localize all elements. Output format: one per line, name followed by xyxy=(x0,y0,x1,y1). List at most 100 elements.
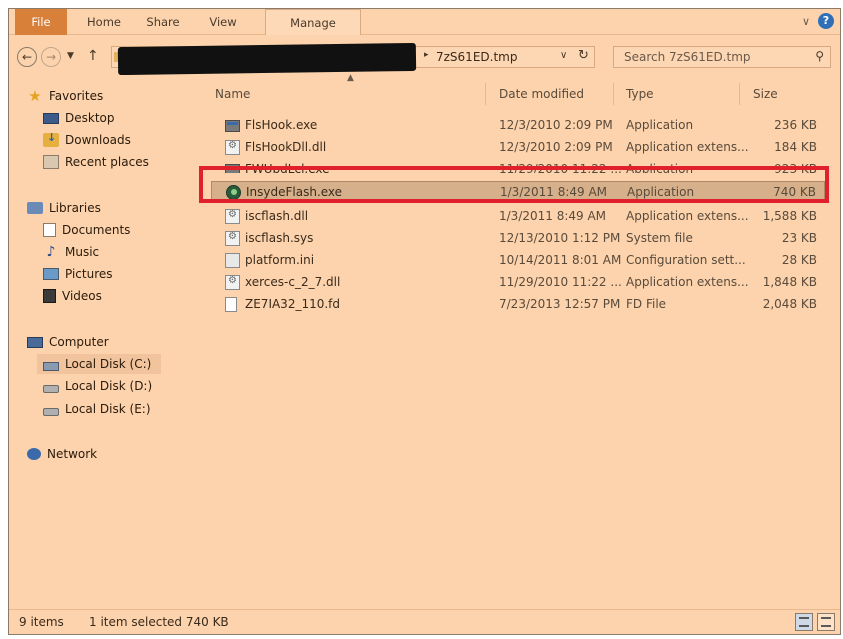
nav-item-local-disk-e[interactable]: Local Disk (E:) xyxy=(43,399,151,419)
file-size: 2,048 KB xyxy=(762,297,817,311)
column-header-type[interactable]: Type xyxy=(626,83,654,105)
nav-libraries[interactable]: Libraries xyxy=(27,198,101,218)
chevron-down-icon[interactable]: ∨ xyxy=(802,15,810,28)
desktop-icon xyxy=(43,112,59,124)
file-row[interactable]: FlsHookDll.dll 12/3/2010 2:09 PM Applica… xyxy=(211,137,825,159)
nav-item-local-disk-d[interactable]: Local Disk (D:) xyxy=(43,376,152,396)
nav-item-documents[interactable]: Documents xyxy=(43,220,130,240)
status-bar: 9 items 1 item selected 740 KB xyxy=(9,609,840,634)
tab-share[interactable]: Share xyxy=(135,9,191,35)
nav-item-label: Downloads xyxy=(65,133,131,147)
nav-favorites-label: Favorites xyxy=(49,89,104,103)
file-row[interactable]: FlsHook.exe 12/3/2010 2:09 PM Applicatio… xyxy=(211,115,825,137)
nav-favorites[interactable]: ★ Favorites xyxy=(27,86,103,106)
breadcrumb-current-folder[interactable]: 7zS61ED.tmp xyxy=(436,50,517,64)
file-row[interactable]: iscflash.sys 12/13/2010 1:12 PM System f… xyxy=(211,228,825,250)
column-divider[interactable] xyxy=(485,83,486,105)
nav-item-label: Videos xyxy=(62,289,102,303)
address-dropdown-icon[interactable]: ∨ xyxy=(560,50,567,61)
file-name: ZE7IA32_110.fd xyxy=(245,297,341,311)
item-count: 9 items xyxy=(19,615,64,629)
file-date: 12/3/2010 2:09 PM xyxy=(499,118,613,132)
highlight-box xyxy=(199,166,829,203)
file-name: xerces-c_2_7.dll xyxy=(245,275,341,289)
file-type: Configuration sett... xyxy=(626,253,746,267)
file-date: 12/3/2010 2:09 PM xyxy=(499,140,613,154)
column-header-name[interactable]: Name xyxy=(215,83,250,105)
nav-item-label: Local Disk (E:) xyxy=(65,402,151,416)
dll-icon xyxy=(225,209,240,224)
help-icon[interactable]: ? xyxy=(818,13,834,29)
file-type: FD File xyxy=(626,297,667,311)
nav-item-recent-places[interactable]: Recent places xyxy=(43,152,149,172)
tab-home[interactable]: Home xyxy=(77,9,131,35)
nav-item-label: Music xyxy=(65,245,100,259)
file-date: 1/3/2011 8:49 AM xyxy=(499,209,607,223)
file-size: 28 KB xyxy=(781,253,817,267)
tab-manage[interactable]: Manage xyxy=(265,9,361,35)
back-arrow-icon[interactable]: ← xyxy=(17,47,37,67)
star-icon: ★ xyxy=(28,87,42,105)
nav-item-desktop[interactable]: Desktop xyxy=(43,108,115,128)
column-divider[interactable] xyxy=(739,83,740,105)
file-list: ▲ Name Date modified Type Size FlsHook.e… xyxy=(207,73,835,609)
refresh-icon[interactable]: ↻ xyxy=(578,48,589,63)
exe-icon xyxy=(225,120,240,132)
nav-computer[interactable]: Computer xyxy=(27,332,109,352)
nav-item-downloads[interactable]: Downloads xyxy=(43,130,131,150)
file-name: platform.ini xyxy=(245,253,315,267)
redacted-path xyxy=(117,42,417,76)
computer-icon xyxy=(27,336,43,348)
file-row[interactable]: iscflash.dll 1/3/2011 8:49 AM Applicatio… xyxy=(211,206,825,228)
file-row[interactable]: platform.ini 10/14/2011 8:01 AM Configur… xyxy=(211,250,825,272)
nav-item-label: Recent places xyxy=(65,155,149,169)
dll-icon xyxy=(225,275,240,290)
search-icon[interactable]: ⚲ xyxy=(815,49,824,63)
tab-view[interactable]: View xyxy=(197,9,249,35)
drive-icon xyxy=(43,384,59,393)
file-row[interactable]: ZE7IA32_110.fd 7/23/2013 12:57 PM FD Fil… xyxy=(211,294,825,316)
file-date: 10/14/2011 8:01 AM xyxy=(499,253,622,267)
column-header-size[interactable]: Size xyxy=(753,83,778,105)
nav-item-label: Pictures xyxy=(65,267,113,281)
documents-icon xyxy=(43,223,56,237)
nav-item-videos[interactable]: Videos xyxy=(43,286,102,306)
music-icon: ♪ xyxy=(46,244,56,260)
up-arrow-icon[interactable]: ↑ xyxy=(87,48,99,64)
nav-item-label: Local Disk (C:) xyxy=(65,357,152,371)
forward-arrow-icon[interactable]: → xyxy=(41,47,61,67)
file-type: Application extens... xyxy=(626,209,749,223)
pictures-icon xyxy=(43,268,59,280)
file-name: FlsHookDll.dll xyxy=(245,140,327,154)
tab-file[interactable]: File xyxy=(15,9,67,35)
ribbon-controls: ∨ ? xyxy=(802,13,834,29)
drive-icon xyxy=(43,407,59,416)
address-bar[interactable]: ▸ 7zS61ED.tmp ∨ ↻ xyxy=(111,42,595,76)
navigation-pane: ★ Favorites Desktop Downloads Recent pla… xyxy=(9,79,205,609)
nav-item-pictures[interactable]: Pictures xyxy=(43,264,113,284)
nav-item-label: Local Disk (D:) xyxy=(65,379,153,393)
nav-item-local-disk-c[interactable]: Local Disk (C:) xyxy=(37,354,161,374)
column-divider[interactable] xyxy=(613,83,614,105)
large-icons-view-button[interactable] xyxy=(817,613,835,631)
nav-item-label: Desktop xyxy=(65,111,115,125)
file-type: System file xyxy=(626,231,693,245)
search-box[interactable]: Search 7zS61ED.tmp ⚲ xyxy=(613,46,831,68)
details-view-button[interactable] xyxy=(795,613,813,631)
file-name: iscflash.sys xyxy=(245,231,314,245)
libraries-icon xyxy=(27,202,43,214)
nav-item-music[interactable]: ♪ Music xyxy=(43,242,100,262)
file-size: 184 KB xyxy=(774,140,817,154)
nav-network[interactable]: Network xyxy=(27,444,97,464)
file-row[interactable]: xerces-c_2_7.dll 11/29/2010 11:22 ... Ap… xyxy=(211,272,825,294)
file-type: Application extens... xyxy=(626,140,749,154)
sort-arrow-icon: ▲ xyxy=(347,73,354,83)
explorer-window: File Home Share View Manage ∨ ? ← → ▼ ↑ … xyxy=(8,8,841,635)
file-size: 1,848 KB xyxy=(762,275,817,289)
navigation-bar: ← → ▼ ↑ ▸ 7zS61ED.tmp ∨ ↻ Search 7zS61ED… xyxy=(9,42,840,76)
breadcrumb-separator-icon[interactable]: ▸ xyxy=(424,50,429,60)
column-header-date[interactable]: Date modified xyxy=(499,83,584,105)
recent-locations-dropdown-icon[interactable]: ▼ xyxy=(67,51,74,61)
downloads-icon xyxy=(43,131,59,147)
search-input[interactable]: Search 7zS61ED.tmp xyxy=(624,50,751,64)
